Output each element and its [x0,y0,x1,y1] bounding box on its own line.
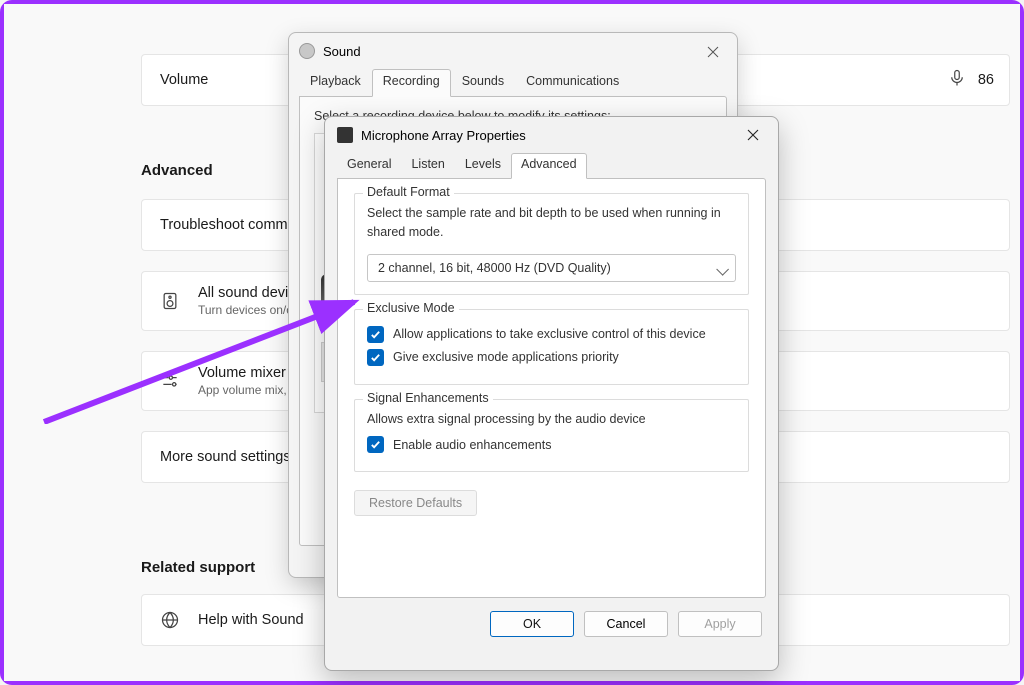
tab-communications[interactable]: Communications [515,69,630,97]
microphone-properties-dialog: Microphone Array Properties General List… [324,116,779,671]
audio-enhancements-label: Enable audio enhancements [393,438,551,452]
tab-general[interactable]: General [337,153,401,179]
volume-label: Volume [160,72,208,88]
mixer-icon [160,371,180,391]
props-dialog-title: Microphone Array Properties [361,128,526,143]
default-format-desc: Select the sample rate and bit depth to … [367,204,736,242]
tab-recording[interactable]: Recording [372,69,451,97]
exclusive-priority-checkbox[interactable] [367,349,384,366]
default-format-title: Default Format [363,185,454,199]
sound-dialog-title: Sound [323,44,361,59]
exclusive-priority-label: Give exclusive mode applications priorit… [393,350,619,364]
globe-icon [160,610,180,630]
help-label: Help with Sound [198,612,304,628]
tab-playback[interactable]: Playback [299,69,372,97]
close-icon[interactable] [734,122,772,148]
sound-title-bar[interactable]: Sound [289,33,737,69]
tab-listen[interactable]: Listen [401,153,454,179]
exclusive-control-checkbox[interactable] [367,326,384,343]
speaker-icon [160,291,180,311]
signal-enhancements-group: Signal Enhancements Allows extra signal … [354,399,749,473]
audio-enhancements-checkbox[interactable] [367,436,384,453]
signal-title: Signal Enhancements [363,391,493,405]
tab-sounds[interactable]: Sounds [451,69,515,97]
default-format-group: Default Format Select the sample rate an… [354,193,749,295]
exclusive-mode-group: Exclusive Mode Allow applications to tak… [354,309,749,385]
sample-rate-value: 2 channel, 16 bit, 48000 Hz (DVD Quality… [378,261,611,275]
sound-dialog-icon [299,43,315,59]
cancel-button[interactable]: Cancel [584,611,668,637]
props-tabs: General Listen Levels Advanced [325,153,778,179]
ok-button[interactable]: OK [490,611,574,637]
apply-button[interactable]: Apply [678,611,762,637]
microphone-icon [948,69,966,92]
sample-rate-dropdown[interactable]: 2 channel, 16 bit, 48000 Hz (DVD Quality… [367,254,736,282]
related-section-title: Related support [141,559,255,576]
volume-percent: 86 [978,72,994,88]
sound-tabs: Playback Recording Sounds Communications [289,69,737,97]
exclusive-mode-title: Exclusive Mode [363,301,459,315]
props-title-bar[interactable]: Microphone Array Properties [325,117,778,153]
tab-levels[interactable]: Levels [455,153,511,179]
advanced-section-title: Advanced [141,162,213,179]
close-icon[interactable] [695,39,731,65]
signal-desc: Allows extra signal processing by the au… [367,410,736,429]
microphone-dialog-icon [337,127,353,143]
exclusive-control-label: Allow applications to take exclusive con… [393,327,706,341]
more-sound-label: More sound settings [160,449,291,465]
props-footer: OK Cancel Apply [325,611,778,651]
tab-advanced[interactable]: Advanced [511,153,587,179]
props-body: Default Format Select the sample rate an… [337,178,766,598]
restore-defaults-button[interactable]: Restore Defaults [354,490,477,516]
